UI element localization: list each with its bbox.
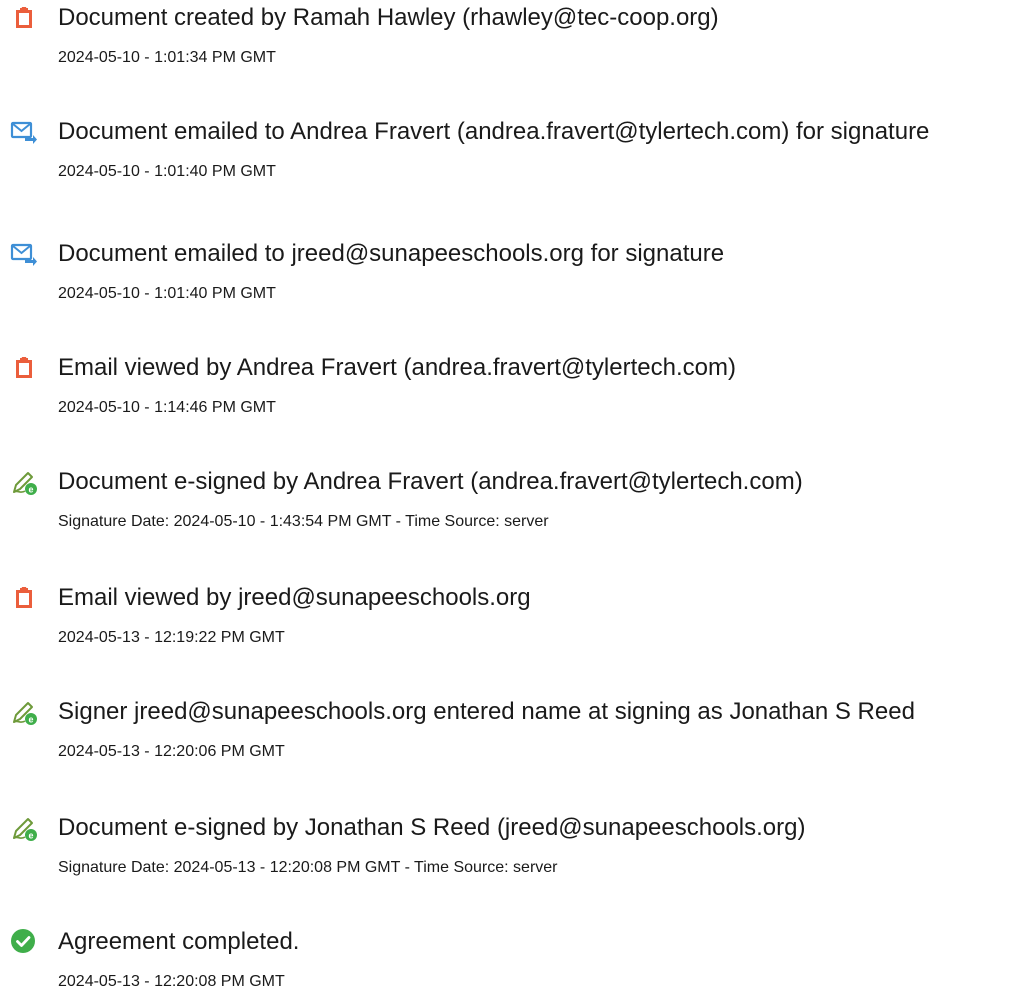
- event-title: Document emailed to jreed@sunapeeschools…: [58, 240, 725, 267]
- audit-event: e Document e-signed by Andrea Fravert (a…: [10, 468, 1028, 538]
- event-signature-date: Signature Date: 2024-05-13 - 12:20:08 PM…: [58, 859, 558, 876]
- event-timestamp: 2024-05-10 - 1:01:40 PM GMT: [58, 285, 276, 302]
- svg-text:e: e: [28, 485, 33, 495]
- event-timestamp: 2024-05-10 - 1:14:46 PM GMT: [58, 399, 276, 416]
- event-title: Email viewed by Andrea Fravert (andrea.f…: [58, 354, 736, 381]
- document-icon: [10, 584, 38, 612]
- checkmark-circle-icon: [10, 928, 38, 956]
- audit-event: e Document e-signed by Jonathan S Reed (…: [10, 814, 1028, 884]
- esign-pen-icon: e: [10, 468, 38, 496]
- event-timestamp: 2024-05-13 - 12:20:06 PM GMT: [58, 743, 285, 760]
- event-signature-date: Signature Date: 2024-05-10 - 1:43:54 PM …: [58, 513, 549, 530]
- event-timestamp: 2024-05-10 - 1:01:40 PM GMT: [58, 163, 276, 180]
- svg-text:e: e: [28, 831, 33, 841]
- email-sent-icon: [10, 240, 38, 268]
- audit-event: Agreement completed. 2024-05-13 - 12:20:…: [10, 928, 1028, 998]
- event-title: Document created by Ramah Hawley (rhawle…: [58, 4, 719, 31]
- document-icon: [10, 4, 38, 32]
- esign-pen-icon: e: [10, 698, 38, 726]
- event-timestamp: 2024-05-13 - 12:20:08 PM GMT: [58, 973, 285, 990]
- event-title: Email viewed by jreed@sunapeeschools.org: [58, 584, 531, 611]
- audit-event: Document emailed to Andrea Fravert (andr…: [10, 118, 1028, 188]
- event-timestamp: 2024-05-13 - 12:19:22 PM GMT: [58, 629, 285, 646]
- event-title: Signer jreed@sunapeeschools.org entered …: [58, 698, 915, 725]
- event-title: Document e-signed by Andrea Fravert (and…: [58, 468, 803, 495]
- event-timestamp: 2024-05-10 - 1:01:34 PM GMT: [58, 49, 276, 66]
- event-title: Document e-signed by Jonathan S Reed (jr…: [58, 814, 806, 841]
- audit-event: e Signer jreed@sunapeeschools.org entere…: [10, 698, 1028, 768]
- esign-pen-icon: e: [10, 814, 38, 842]
- svg-text:e: e: [28, 715, 33, 725]
- audit-event: Email viewed by jreed@sunapeeschools.org…: [10, 584, 1028, 654]
- audit-event: Email viewed by Andrea Fravert (andrea.f…: [10, 354, 1028, 424]
- event-title: Document emailed to Andrea Fravert (andr…: [58, 118, 930, 145]
- audit-event: Document emailed to jreed@sunapeeschools…: [10, 240, 1028, 310]
- audit-event: Document created by Ramah Hawley (rhawle…: [10, 4, 1028, 74]
- email-sent-icon: [10, 118, 38, 146]
- document-icon: [10, 354, 38, 382]
- event-title: Agreement completed.: [58, 928, 300, 955]
